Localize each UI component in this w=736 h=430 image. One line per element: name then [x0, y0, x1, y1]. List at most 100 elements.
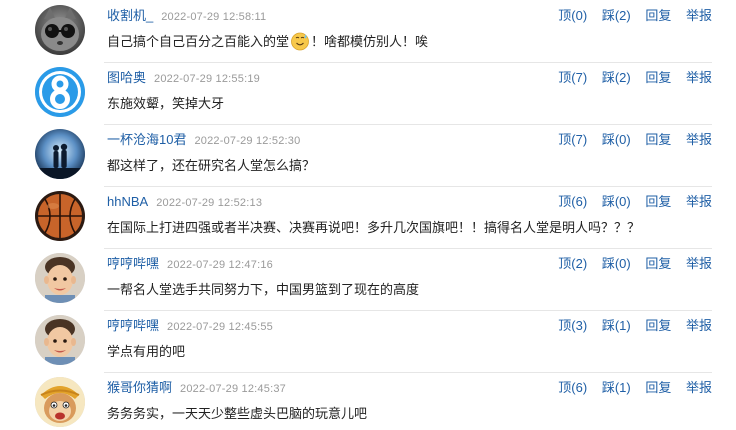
downvote-count: (0)	[614, 132, 631, 147]
username-link[interactable]: 哼哼哔嘿	[107, 318, 159, 333]
child-photo-avatar[interactable]	[35, 253, 85, 303]
comment-actions: 顶(7) 踩(0) 回复 举报	[558, 131, 712, 149]
comment-text: 一帮名人堂选手共同努力下，中国男篮到了现在的高度	[107, 282, 420, 297]
report-button[interactable]: 举报	[686, 132, 712, 147]
downvote-count: (1)	[614, 318, 631, 333]
comment-text: 东施效颦，笑掉大牙	[107, 96, 225, 111]
comment-actions: 顶(7) 踩(2) 回复 举报	[558, 69, 712, 87]
couple-sunset-avatar[interactable]	[35, 129, 85, 179]
upvote-button[interactable]: 顶(7)	[558, 132, 587, 147]
basketball-avatar[interactable]	[35, 191, 85, 241]
number-eight-avatar[interactable]	[35, 67, 85, 117]
downvote-count: (0)	[614, 194, 631, 209]
upvote-label: 顶	[558, 194, 572, 209]
divider	[104, 124, 712, 125]
downvote-label: 踩	[601, 256, 615, 271]
username-link[interactable]: 收割机_	[107, 8, 153, 23]
report-button[interactable]: 举报	[686, 256, 712, 271]
comment-timestamp: 2022-07-29 12:47:16	[167, 259, 273, 271]
reply-button[interactable]: 回复	[645, 380, 671, 395]
downvote-button[interactable]: 踩(1)	[602, 380, 631, 395]
upvote-button[interactable]: 顶(0)	[558, 8, 587, 23]
cartoon-monkey-avatar[interactable]	[35, 377, 85, 427]
downvote-label: 踩	[601, 8, 615, 23]
comment-item: 一杯沧海10君 2022-07-29 12:52:30 顶(7) 踩(0) 回复 …	[0, 124, 736, 186]
downvote-label: 踩	[601, 132, 615, 147]
downvote-count: (1)	[614, 380, 631, 395]
report-button[interactable]: 举报	[686, 8, 712, 23]
username-link[interactable]: 猴哥你猜啊	[107, 380, 172, 395]
report-button[interactable]: 举报	[686, 318, 712, 333]
username-link[interactable]: 图哈奥	[107, 70, 146, 85]
upvote-label: 顶	[558, 8, 572, 23]
cat-sunglasses-avatar[interactable]	[35, 5, 85, 55]
reply-button[interactable]: 回复	[645, 194, 671, 209]
upvote-label: 顶	[558, 70, 572, 85]
upvote-label: 顶	[558, 380, 572, 395]
upvote-label: 顶	[558, 132, 572, 147]
downvote-button[interactable]: 踩(0)	[602, 256, 631, 271]
report-button[interactable]: 举报	[686, 380, 712, 395]
downvote-label: 踩	[601, 194, 615, 209]
child-photo-avatar[interactable]	[35, 315, 85, 365]
username-link[interactable]: 哼哼哔嘿	[107, 256, 159, 271]
downvote-label: 踩	[601, 70, 615, 85]
upvote-count: (6)	[571, 194, 588, 209]
divider	[104, 310, 712, 311]
comment-list: 收割机_ 2022-07-29 12:58:11 顶(0) 踩(2) 回复 举报 …	[0, 0, 736, 430]
comment-timestamp: 2022-07-29 12:52:30	[194, 135, 301, 147]
reply-button[interactable]: 回复	[645, 256, 671, 271]
downvote-count: (2)	[614, 8, 631, 23]
comment-text: 在国际上打进四强或者半决赛、决赛再说吧！多升几次国旗吧！！搞得名人堂是明人吗？？…	[107, 220, 641, 235]
upvote-label: 顶	[558, 256, 572, 271]
comment-text: 自己搞个自己百分之百能入的堂 ！啥都模仿别人！唉	[107, 31, 428, 53]
downvote-button[interactable]: 踩(2)	[602, 8, 631, 23]
upvote-label: 顶	[558, 318, 572, 333]
downvote-button[interactable]: 踩(0)	[602, 132, 631, 147]
comment-actions: 顶(3) 踩(1) 回复 举报	[558, 317, 712, 335]
downvote-button[interactable]: 踩(2)	[602, 70, 631, 85]
upvote-count: (7)	[571, 70, 588, 85]
divider	[104, 372, 712, 373]
upvote-button[interactable]: 顶(2)	[558, 256, 587, 271]
downvote-button[interactable]: 踩(1)	[602, 318, 631, 333]
upvote-count: (2)	[571, 256, 588, 271]
comment-item: hhNBA 2022-07-29 12:52:13 顶(6) 踩(0) 回复 举报…	[0, 186, 736, 248]
reply-button[interactable]: 回复	[645, 318, 671, 333]
report-button[interactable]: 举报	[686, 194, 712, 209]
divider	[104, 186, 712, 187]
comment-item: 猴哥你猜啊 2022-07-29 12:45:37 顶(6) 踩(1) 回复 举报…	[0, 372, 736, 430]
sweat-smile-emoji	[291, 32, 309, 51]
comment-timestamp: 2022-07-29 12:55:19	[154, 73, 260, 85]
divider	[104, 62, 712, 63]
comment-timestamp: 2022-07-29 12:45:37	[180, 383, 286, 395]
comment-actions: 顶(6) 踩(0) 回复 举报	[558, 193, 712, 211]
reply-button[interactable]: 回复	[645, 70, 671, 85]
report-button[interactable]: 举报	[686, 70, 712, 85]
username-link[interactable]: 一杯沧海10君	[107, 132, 186, 147]
username-link[interactable]: hhNBA	[107, 194, 148, 209]
upvote-count: (0)	[571, 8, 588, 23]
upvote-button[interactable]: 顶(7)	[558, 70, 587, 85]
comment-text: 都这样了，还在研究名人堂怎么搞？	[107, 158, 316, 173]
comment-item: 图哈奥 2022-07-29 12:55:19 顶(7) 踩(2) 回复 举报 东…	[0, 62, 736, 124]
upvote-button[interactable]: 顶(3)	[558, 318, 587, 333]
comment-actions: 顶(0) 踩(2) 回复 举报	[558, 7, 712, 25]
comment-item: 哼哼哔嘿 2022-07-29 12:47:16 顶(2) 踩(0) 回复 举报 …	[0, 248, 736, 310]
comment-timestamp: 2022-07-29 12:45:55	[167, 321, 273, 333]
comment-text: 学点有用的吧	[107, 344, 186, 359]
comment-item: 收割机_ 2022-07-29 12:58:11 顶(0) 踩(2) 回复 举报 …	[0, 0, 736, 62]
upvote-button[interactable]: 顶(6)	[558, 194, 587, 209]
upvote-count: (3)	[571, 318, 588, 333]
upvote-count: (7)	[571, 132, 588, 147]
comment-text-part: 自己搞个自己百分之百能入的堂	[107, 34, 290, 49]
upvote-button[interactable]: 顶(6)	[558, 380, 587, 395]
comment-text-part: ！啥都模仿别人！唉	[311, 34, 429, 49]
reply-button[interactable]: 回复	[645, 132, 671, 147]
comment-timestamp: 2022-07-29 12:52:13	[156, 197, 263, 209]
comment-timestamp: 2022-07-29 12:58:11	[161, 11, 267, 23]
reply-button[interactable]: 回复	[645, 8, 671, 23]
comment-actions: 顶(2) 踩(0) 回复 举报	[558, 255, 712, 273]
downvote-button[interactable]: 踩(0)	[602, 194, 631, 209]
upvote-count: (6)	[571, 380, 588, 395]
